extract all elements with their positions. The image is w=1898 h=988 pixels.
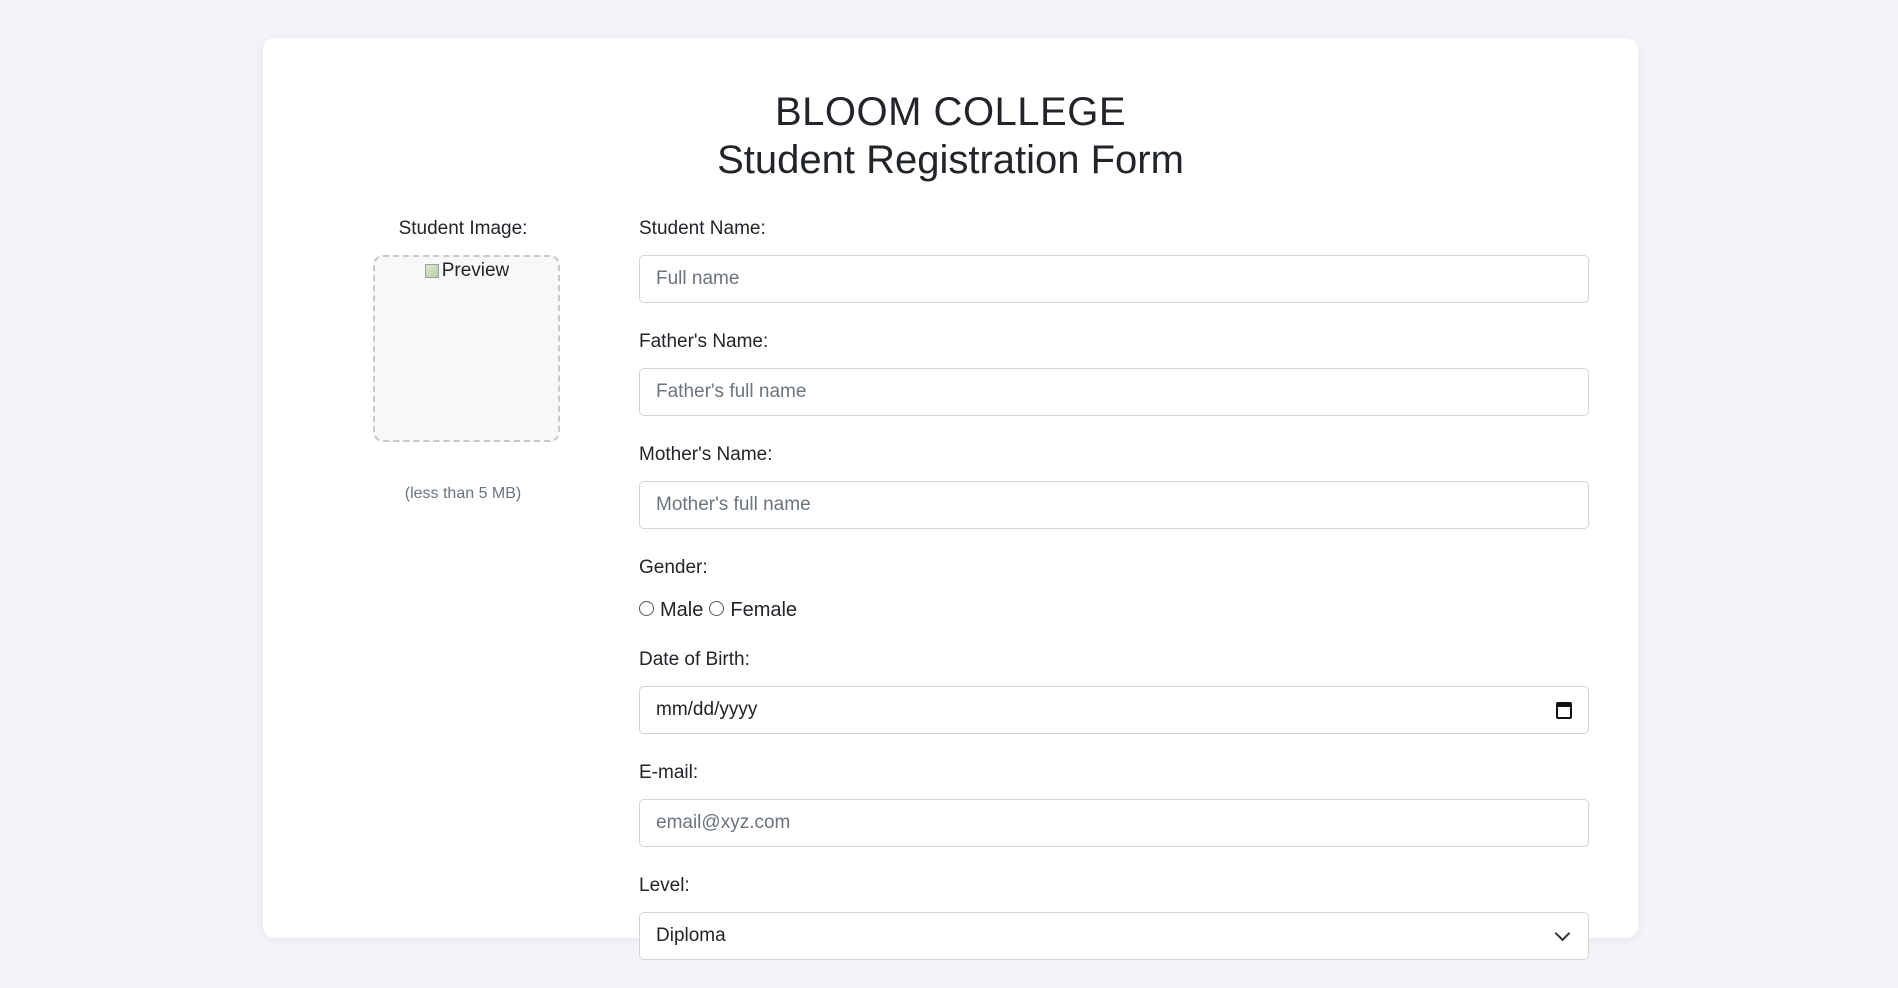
email-group: E-mail: [639, 762, 1589, 847]
gender-label: Gender: [639, 557, 708, 578]
dob-input[interactable]: mm/dd/yyyy [639, 686, 1589, 734]
dob-group: Date of Birth: mm/dd/yyyy [639, 649, 1589, 734]
level-select[interactable]: Diploma [639, 912, 1589, 960]
student-name-input[interactable] [639, 255, 1589, 303]
level-selected-value: Diploma [656, 925, 726, 946]
image-preview: Preview [375, 259, 558, 283]
level-label: Level: [639, 875, 690, 896]
mother-name-label: Mother's Name: [639, 444, 773, 465]
gender-options: Male Female [639, 597, 1589, 623]
email-input[interactable] [639, 799, 1589, 847]
mother-name-group: Mother's Name: [639, 444, 1589, 529]
form-title: Student Registration Form [717, 138, 1184, 182]
father-name-input[interactable] [639, 368, 1589, 416]
mother-name-input[interactable] [639, 481, 1589, 529]
gender-female-radio[interactable] [709, 600, 725, 616]
image-preview-dropzone[interactable]: Preview [373, 255, 560, 442]
college-name: BLOOM COLLEGE [774, 90, 1127, 134]
student-image-label: Student Image: [398, 218, 528, 239]
broken-image-icon [424, 263, 440, 279]
page-title: BLOOM COLLEGE Student Registration Form [263, 88, 1638, 184]
student-name-group: Student Name: [639, 218, 1589, 303]
student-name-label: Student Name: [639, 218, 766, 239]
student-image-section: Student Image: Preview (less than 5 MB) [368, 218, 560, 502]
dob-placeholder: mm/dd/yyyy [656, 699, 758, 720]
chevron-down-icon [1554, 925, 1571, 941]
father-name-label: Father's Name: [639, 331, 769, 352]
image-size-note: (less than 5 MB) [404, 485, 522, 502]
gender-group: Gender: Male Female [639, 557, 1589, 623]
email-label: E-mail: [639, 762, 699, 783]
calendar-icon[interactable] [1556, 701, 1572, 719]
gender-female-label[interactable]: Female [730, 599, 797, 622]
level-group: Level: Diploma [639, 875, 1589, 960]
father-name-group: Father's Name: [639, 331, 1589, 416]
registration-card: BLOOM COLLEGE Student Registration Form … [263, 38, 1638, 960]
dob-label: Date of Birth: [639, 649, 750, 670]
registration-form: Student Name: Father's Name: Mother's Na… [639, 218, 1589, 988]
gender-male-label[interactable]: Male [660, 599, 703, 622]
gender-male-radio[interactable] [639, 600, 654, 616]
preview-alt-text: Preview [441, 260, 510, 281]
